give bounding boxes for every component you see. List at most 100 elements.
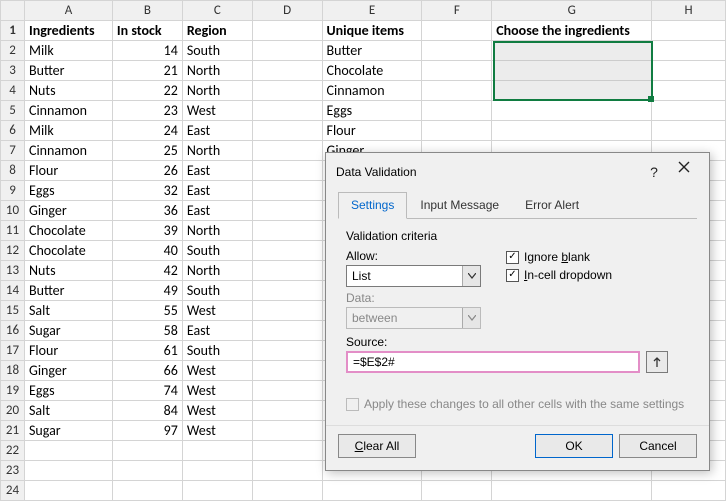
select-all-corner[interactable]: [1, 1, 25, 21]
row-header[interactable]: 15: [1, 301, 25, 321]
in-cell-dropdown-checkbox[interactable]: ✓ In-cell dropdown: [506, 268, 612, 282]
cell[interactable]: 22: [112, 81, 182, 101]
cell[interactable]: [252, 321, 322, 341]
tab-input-message[interactable]: Input Message: [407, 192, 512, 219]
cell[interactable]: 39: [112, 221, 182, 241]
clear-all-button[interactable]: Clear All: [338, 434, 416, 458]
cell[interactable]: [252, 421, 322, 441]
row-header[interactable]: 11: [1, 221, 25, 241]
column-header-row[interactable]: A B C D E F G H: [1, 1, 726, 21]
cell[interactable]: [422, 61, 492, 81]
cell[interactable]: West: [182, 101, 252, 121]
cell[interactable]: 49: [112, 281, 182, 301]
row-header[interactable]: 18: [1, 361, 25, 381]
cell[interactable]: Milk: [24, 121, 112, 141]
cell[interactable]: [252, 241, 322, 261]
cell[interactable]: [112, 441, 182, 461]
cell[interactable]: Nuts: [24, 81, 112, 101]
cell[interactable]: North: [182, 221, 252, 241]
col-header[interactable]: G: [492, 1, 652, 21]
cell[interactable]: [252, 261, 322, 281]
cell[interactable]: [652, 481, 726, 501]
cell[interactable]: [652, 41, 726, 61]
row-header[interactable]: 2: [1, 41, 25, 61]
row-header[interactable]: 13: [1, 261, 25, 281]
row-header[interactable]: 16: [1, 321, 25, 341]
cell[interactable]: [252, 461, 322, 481]
cell[interactable]: 66: [112, 361, 182, 381]
tab-error-alert[interactable]: Error Alert: [512, 192, 592, 219]
cell[interactable]: [652, 101, 726, 121]
allow-dropdown[interactable]: List: [346, 265, 481, 287]
cell[interactable]: South: [182, 41, 252, 61]
cell[interactable]: [492, 81, 652, 101]
cell[interactable]: [252, 301, 322, 321]
cell[interactable]: [252, 281, 322, 301]
cell[interactable]: [422, 41, 492, 61]
row-header[interactable]: 17: [1, 341, 25, 361]
cell[interactable]: Eggs: [322, 101, 422, 121]
cell[interactable]: [422, 481, 492, 501]
cell[interactable]: In stock: [112, 21, 182, 41]
cell[interactable]: [492, 101, 652, 121]
cell[interactable]: Cinnamon: [24, 141, 112, 161]
cell[interactable]: East: [182, 181, 252, 201]
cell[interactable]: Choose the ingredients: [492, 21, 652, 41]
cell[interactable]: Chocolate: [24, 221, 112, 241]
cell[interactable]: [252, 101, 322, 121]
cell[interactable]: [112, 481, 182, 501]
col-header[interactable]: B: [112, 1, 182, 21]
cell[interactable]: South: [182, 281, 252, 301]
range-picker-button[interactable]: [646, 351, 668, 373]
cell[interactable]: Salt: [24, 301, 112, 321]
cell[interactable]: [182, 481, 252, 501]
row-header[interactable]: 10: [1, 201, 25, 221]
cell[interactable]: 32: [112, 181, 182, 201]
row-header[interactable]: 14: [1, 281, 25, 301]
col-header[interactable]: F: [422, 1, 492, 21]
cancel-button[interactable]: Cancel: [619, 434, 697, 458]
cell[interactable]: Ginger: [24, 361, 112, 381]
cell[interactable]: [252, 161, 322, 181]
cell[interactable]: Chocolate: [322, 61, 422, 81]
cell[interactable]: Unique items: [322, 21, 422, 41]
cell[interactable]: 55: [112, 301, 182, 321]
cell[interactable]: East: [182, 161, 252, 181]
cell[interactable]: 61: [112, 341, 182, 361]
cell[interactable]: [492, 121, 652, 141]
row-header[interactable]: 6: [1, 121, 25, 141]
cell[interactable]: [492, 61, 652, 81]
cell[interactable]: [652, 121, 726, 141]
cell[interactable]: East: [182, 321, 252, 341]
row-header[interactable]: 22: [1, 441, 25, 461]
row-header[interactable]: 23: [1, 461, 25, 481]
cell[interactable]: [492, 481, 652, 501]
cell[interactable]: 84: [112, 401, 182, 421]
cell[interactable]: Nuts: [24, 261, 112, 281]
row-header[interactable]: 20: [1, 401, 25, 421]
row-header[interactable]: 7: [1, 141, 25, 161]
cell[interactable]: West: [182, 381, 252, 401]
cell[interactable]: [252, 181, 322, 201]
cell[interactable]: Milk: [24, 41, 112, 61]
cell[interactable]: [252, 121, 322, 141]
cell[interactable]: [252, 381, 322, 401]
cell[interactable]: [252, 221, 322, 241]
row-header[interactable]: 12: [1, 241, 25, 261]
cell[interactable]: [322, 481, 422, 501]
cell[interactable]: 26: [112, 161, 182, 181]
chevron-down-icon[interactable]: [462, 266, 480, 286]
cell[interactable]: [492, 41, 652, 61]
cell[interactable]: [252, 41, 322, 61]
row-header[interactable]: 5: [1, 101, 25, 121]
cell[interactable]: North: [182, 61, 252, 81]
close-button[interactable]: [669, 161, 699, 183]
cell[interactable]: 74: [112, 381, 182, 401]
col-header[interactable]: E: [322, 1, 422, 21]
help-button[interactable]: ?: [639, 161, 669, 183]
cell[interactable]: [652, 81, 726, 101]
cell[interactable]: Eggs: [24, 181, 112, 201]
cell[interactable]: Butter: [322, 41, 422, 61]
cell[interactable]: 14: [112, 41, 182, 61]
cell[interactable]: Ginger: [24, 201, 112, 221]
